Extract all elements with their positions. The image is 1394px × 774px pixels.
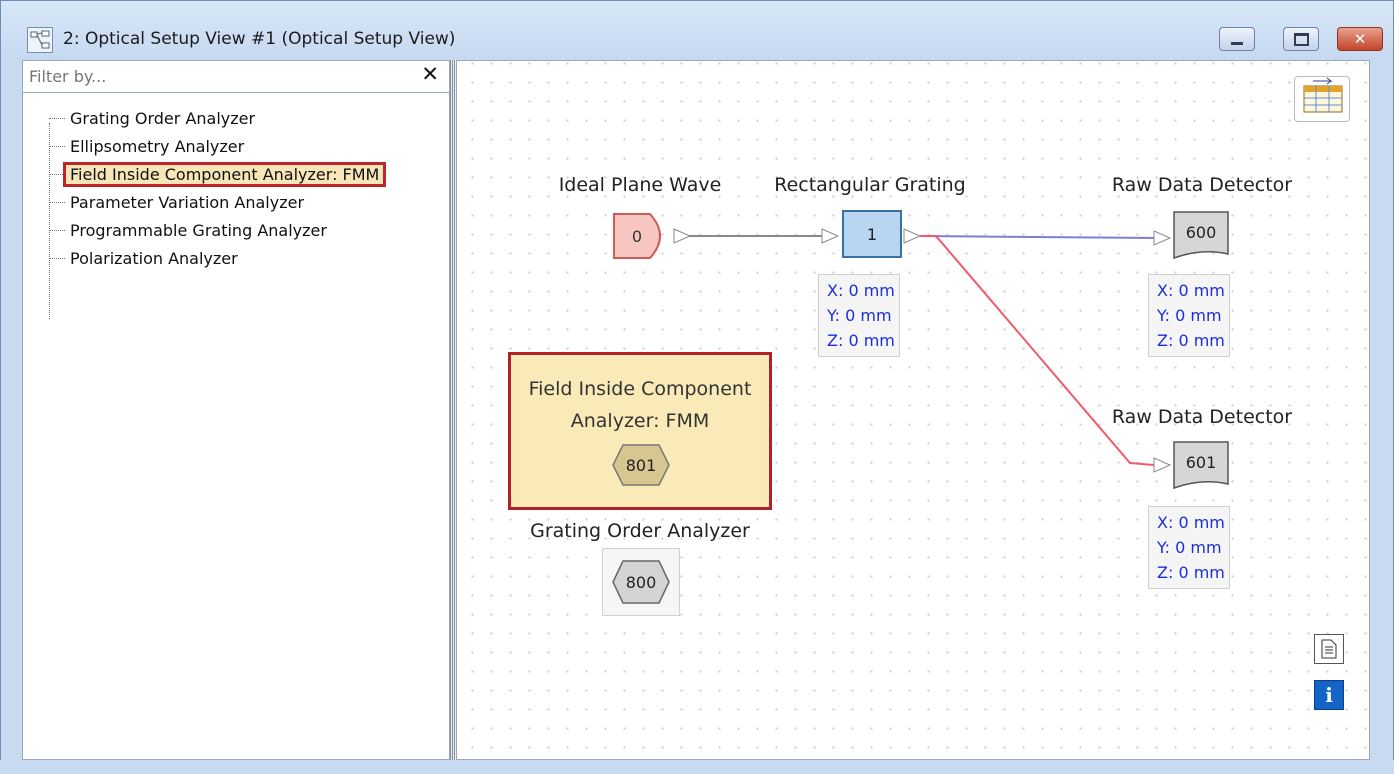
- info-button[interactable]: i: [1314, 680, 1344, 710]
- window-bottom-edge: [0, 760, 1394, 774]
- tree-item-label: Polarization Analyzer: [70, 248, 238, 268]
- filter-input[interactable]: [29, 65, 409, 87]
- title-bar[interactable]: 2: Optical Setup View #1 (Optical Setup …: [1, 1, 1393, 59]
- fmm-analyzer-hexagon: 801: [612, 444, 670, 486]
- detector-601-node[interactable]: 601: [1172, 440, 1230, 490]
- tree-branch: [49, 201, 65, 203]
- tree-branch: [49, 173, 65, 175]
- detector-600-id: 600: [1186, 223, 1217, 242]
- source-node-label: Ideal Plane Wave: [558, 174, 722, 196]
- tree-item-field-inside-component-analyzer[interactable]: Field Inside Component Analyzer: FMM: [49, 161, 387, 187]
- tree-item-grating-order-analyzer[interactable]: Grating Order Analyzer: [49, 106, 255, 130]
- document-button[interactable]: [1314, 634, 1344, 664]
- detector-601-coordinates: X: 0 mm Y: 0 mm Z: 0 mm: [1148, 506, 1230, 589]
- detector-601-id: 601: [1186, 453, 1217, 472]
- maximize-button[interactable]: [1283, 27, 1319, 51]
- minimize-icon: [1231, 41, 1243, 45]
- source-node-id: 0: [632, 227, 642, 246]
- analyzer-panel: ✕ Grating Order Analyzer Ellipsometry An…: [22, 60, 450, 760]
- tree-branch: [49, 145, 65, 147]
- fmm-analyzer-id: 801: [626, 456, 657, 475]
- tree-branch: [49, 117, 65, 119]
- coord-x: X: 0 mm: [1157, 281, 1225, 300]
- order-analyzer-hexagon: 800: [612, 560, 670, 604]
- tree-item-label: Field Inside Component Analyzer: FMM: [62, 161, 387, 187]
- detector-600-node[interactable]: 600: [1172, 210, 1230, 260]
- detector-601-label: Raw Data Detector: [1111, 406, 1293, 428]
- close-window-button[interactable]: ✕: [1337, 27, 1383, 51]
- coord-z: Z: 0 mm: [1157, 563, 1225, 582]
- coord-y: Y: 0 mm: [827, 306, 892, 325]
- order-analyzer-id: 800: [626, 573, 657, 592]
- tree-item-label: Programmable Grating Analyzer: [70, 220, 327, 240]
- source-node[interactable]: 0: [612, 212, 672, 260]
- window-title: 2: Optical Setup View #1 (Optical Setup …: [63, 29, 456, 49]
- grating-node-label: Rectangular Grating: [774, 174, 966, 196]
- tree-branch: [49, 257, 65, 259]
- tree-item-parameter-variation-analyzer[interactable]: Parameter Variation Analyzer: [49, 190, 304, 214]
- table-view-icon[interactable]: [1294, 76, 1350, 122]
- coord-z: Z: 0 mm: [1157, 331, 1225, 350]
- info-icon: i: [1325, 683, 1333, 707]
- detector-600-label: Raw Data Detector: [1111, 174, 1293, 196]
- tree-item-label: Grating Order Analyzer: [70, 108, 256, 128]
- fmm-analyzer-node[interactable]: Field Inside Component Analyzer: FMM 801: [508, 352, 772, 510]
- clear-filter-icon[interactable]: ✕: [421, 64, 439, 85]
- optical-setup-icon: [27, 27, 53, 53]
- coord-x: X: 0 mm: [827, 281, 895, 300]
- minimize-button[interactable]: [1219, 27, 1255, 51]
- fmm-analyzer-label-line1: Field Inside Component: [528, 378, 752, 400]
- tree-item-ellipsometry-analyzer[interactable]: Ellipsometry Analyzer: [49, 134, 244, 158]
- grating-node[interactable]: 1: [842, 210, 902, 258]
- maximize-icon: [1293, 32, 1309, 46]
- coord-y: Y: 0 mm: [1157, 306, 1222, 325]
- order-analyzer-node[interactable]: 800: [602, 548, 680, 616]
- order-analyzer-label: Grating Order Analyzer: [530, 520, 750, 542]
- filter-bar: ✕: [23, 61, 449, 93]
- fmm-analyzer-label: Field Inside Component Analyzer: FMM: [511, 373, 769, 437]
- document-icon: [1321, 639, 1337, 659]
- coord-y: Y: 0 mm: [1157, 538, 1222, 557]
- tree-item-label: Ellipsometry Analyzer: [70, 136, 245, 156]
- tree-branch: [49, 229, 65, 231]
- grating-node-id: 1: [866, 224, 878, 244]
- tree-item-programmable-grating-analyzer[interactable]: Programmable Grating Analyzer: [49, 218, 327, 242]
- detector-600-coordinates: X: 0 mm Y: 0 mm Z: 0 mm: [1148, 274, 1230, 357]
- tree-item-polarization-analyzer[interactable]: Polarization Analyzer: [49, 246, 238, 270]
- tree-item-label: Parameter Variation Analyzer: [70, 192, 305, 212]
- fmm-analyzer-label-line2: Analyzer: FMM: [570, 410, 710, 432]
- close-icon: ✕: [1353, 29, 1367, 48]
- grating-coordinates: X: 0 mm Y: 0 mm Z: 0 mm: [818, 274, 900, 357]
- coord-z: Z: 0 mm: [827, 331, 895, 350]
- coord-x: X: 0 mm: [1157, 513, 1225, 532]
